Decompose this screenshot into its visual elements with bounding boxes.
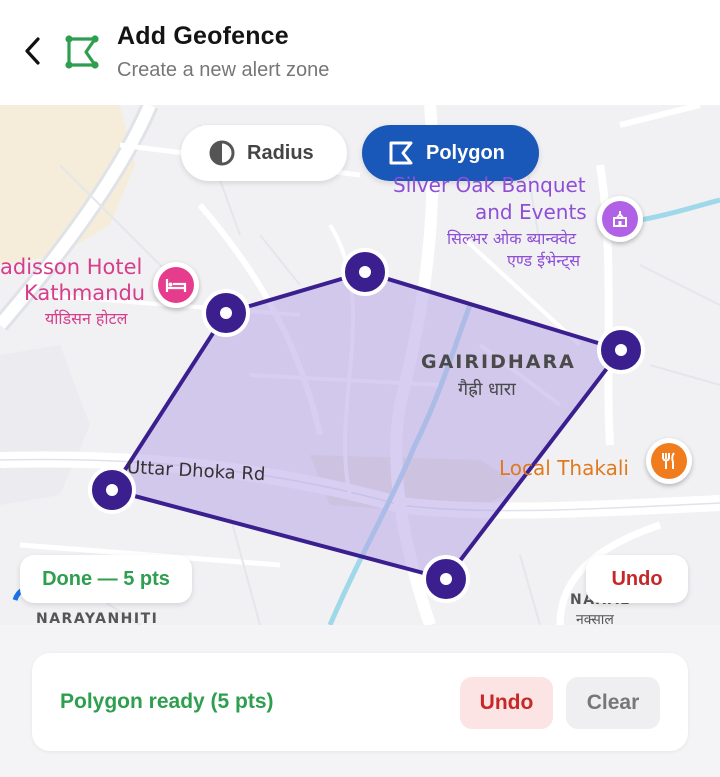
poi-label: एण्ड ईभेन्ट्स bbox=[507, 251, 581, 270]
hotel-bed-icon bbox=[158, 267, 194, 303]
poi-label: and Events bbox=[475, 200, 587, 224]
poi-pin-banquet[interactable] bbox=[597, 196, 643, 242]
poi-label: Kathmandu bbox=[24, 281, 146, 305]
page-title: Add Geofence bbox=[117, 22, 289, 50]
poi-label: र्याडिसन होटल bbox=[45, 309, 128, 328]
chevron-left-icon bbox=[25, 37, 40, 65]
polygon-status-text: Polygon ready (5 pts) bbox=[60, 690, 274, 713]
polygon-mode-label: Polygon bbox=[426, 141, 505, 164]
area-label: नक्साल bbox=[576, 612, 614, 625]
polygon-icon bbox=[386, 138, 416, 168]
area-label: गैह्री धारा bbox=[458, 379, 516, 400]
map-base-layer bbox=[0, 105, 720, 625]
poi-label: सिल्भर ओक ब्यान्क्वेट bbox=[447, 229, 577, 248]
poi-pin-restaurant[interactable] bbox=[646, 438, 692, 484]
half-circle-icon bbox=[207, 138, 237, 168]
clear-button[interactable]: Clear bbox=[566, 677, 660, 729]
area-label: NARAYANHITI bbox=[36, 611, 159, 625]
done-button[interactable]: Done — 5 pts bbox=[20, 555, 192, 603]
poi-label: adisson Hotel bbox=[0, 255, 143, 279]
banquet-icon bbox=[602, 201, 638, 237]
page-subtitle: Create a new alert zone bbox=[117, 59, 330, 81]
poi-pin-hotel[interactable] bbox=[153, 262, 199, 308]
poi-label: Local Thakali bbox=[499, 456, 629, 480]
area-label: GAIRIDHARA bbox=[421, 351, 576, 373]
geofence-polygon-icon bbox=[65, 35, 99, 69]
map-undo-button[interactable]: Undo bbox=[586, 555, 688, 603]
status-card: Polygon ready (5 pts) Undo Clear bbox=[32, 653, 688, 751]
bottom-panel: Polygon ready (5 pts) Undo Clear bbox=[0, 625, 720, 777]
map-view[interactable]: Radius Polygon Silver Oak Banquet and Ev… bbox=[0, 105, 720, 625]
radius-mode-button[interactable]: Radius bbox=[181, 125, 347, 181]
app-header: Add Geofence Create a new alert zone bbox=[0, 0, 720, 105]
undo-button[interactable]: Undo bbox=[460, 677, 553, 729]
poi-label: Silver Oak Banquet bbox=[393, 173, 586, 197]
back-button[interactable] bbox=[16, 34, 50, 68]
radius-mode-label: Radius bbox=[247, 141, 314, 164]
restaurant-icon bbox=[651, 443, 687, 479]
